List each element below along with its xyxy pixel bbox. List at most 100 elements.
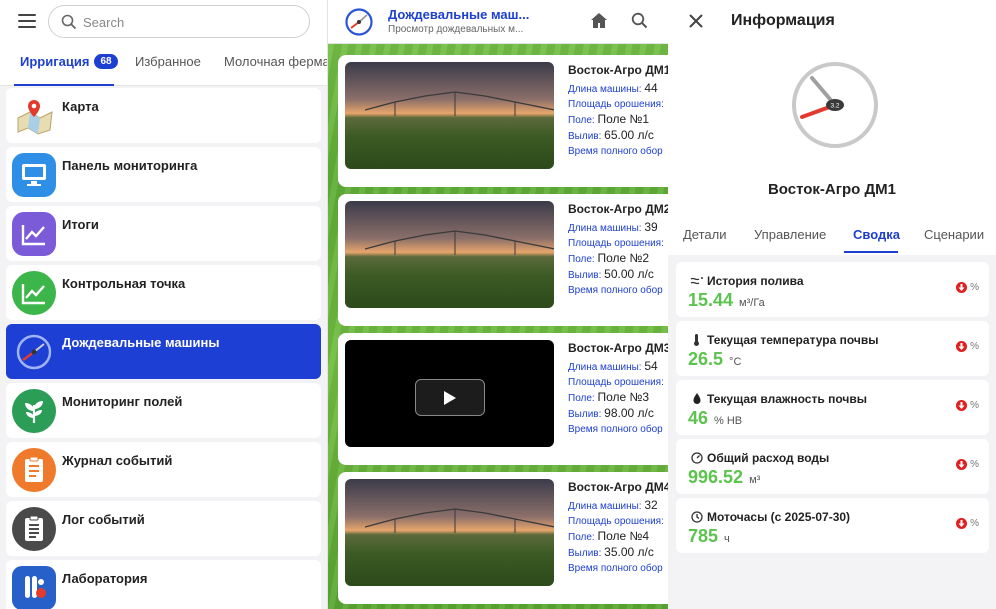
menu-item-checkpoint[interactable]: Контрольная точка — [6, 265, 321, 320]
sprinkler-card[interactable]: Восток-Агро ДМ4 Длина машины: 32 Площадь… — [338, 472, 668, 604]
menu-item-laboratory[interactable]: Лаборатория — [6, 560, 321, 609]
active-tab-indicator — [844, 251, 898, 253]
stat-card-water-consumption[interactable]: Общий расход воды 996.52 м³ % — [676, 439, 989, 494]
menu-item-totals[interactable]: Итоги — [6, 206, 321, 261]
middle-topbar: Дождевальные маш... Просмотр дождевальны… — [328, 0, 668, 44]
tab-details[interactable]: Детали — [683, 227, 727, 242]
info-tabs: Детали Управление Сводка Сценарии — [668, 227, 996, 255]
tab-label: Ирригация — [20, 54, 90, 69]
menu-item-event-log[interactable]: Лог событий — [6, 501, 321, 556]
cycle-row: Время полного обор — [568, 563, 663, 574]
field-row: Поле: Поле №3 — [568, 390, 650, 404]
sprinkler-photo — [345, 201, 554, 308]
tab-irrigation[interactable]: Ирригация 68 — [20, 54, 118, 69]
droplet-icon — [693, 393, 701, 404]
play-button[interactable] — [415, 379, 485, 416]
hamburger-menu-icon[interactable] — [18, 14, 36, 28]
trend-indicator[interactable]: % — [956, 341, 979, 352]
journal-icon — [12, 448, 56, 492]
stat-value: 996.52 м³ — [688, 467, 761, 487]
stat-value: 785 ч — [688, 526, 730, 546]
arrow-down-icon — [956, 341, 968, 352]
menu-item-label: Лаборатория — [62, 571, 148, 586]
stat-value: 46% HB — [688, 408, 743, 428]
tab-scenarios[interactable]: Сценарии — [924, 227, 984, 242]
sprinkler-info: Восток-Агро ДМ2 Длина машины: 39 Площадь… — [568, 202, 668, 298]
menu-item-label: Дождевальные машины — [62, 335, 220, 350]
sprinkler-photo — [345, 479, 554, 586]
map-icon — [12, 94, 56, 138]
sprinkler-card[interactable]: Восток-Агро ДМ3 Длина машины: 54 Площадь… — [338, 333, 668, 465]
arrow-down-icon — [956, 282, 968, 293]
log-icon — [12, 507, 56, 551]
menu-item-label: Итоги — [62, 217, 99, 232]
trend-indicator[interactable]: % — [956, 459, 979, 470]
sprinkler-info: Восток-Агро ДМ3 Длина машины: 54 Площадь… — [568, 341, 668, 437]
sprinkler-name: Восток-Агро ДМ4 — [568, 480, 668, 494]
sprinkler-card[interactable]: Восток-Агро ДМ1 Длина машины: 44 Площадь… — [338, 55, 668, 187]
tab-summary[interactable]: Сводка — [853, 227, 900, 242]
menu-item-label: Лог событий — [62, 512, 145, 527]
length-row: Длина машины: 39 — [568, 220, 658, 234]
gauge-value: 3.2 — [830, 103, 839, 110]
sprinkler-video — [345, 340, 554, 447]
home-icon[interactable] — [590, 12, 608, 30]
close-icon[interactable] — [688, 13, 704, 29]
tab-dairy-farm[interactable]: Молочная ферма — [224, 54, 328, 69]
sprinkler-info: Восток-Агро ДМ1 Длина машины: 44 Площадь… — [568, 63, 668, 159]
menu-item-event-journal[interactable]: Журнал событий — [6, 442, 321, 497]
sprinkler-card[interactable]: Восток-Агро ДМ2 Длина машины: 39 Площадь… — [338, 194, 668, 326]
active-tab-indicator — [14, 84, 114, 86]
count-badge: 68 — [94, 54, 118, 69]
flow-row: Вылив: 50.00 л/с — [568, 267, 654, 281]
search-input[interactable] — [83, 12, 293, 32]
stat-label: Текущая влажность почвы — [707, 392, 867, 406]
stat-value: 26.5 °C — [688, 349, 742, 369]
length-row: Длина машины: 44 — [568, 81, 658, 95]
menu-item-map[interactable]: Карта — [6, 88, 321, 143]
menu-item-label: Панель мониторинга — [62, 158, 198, 173]
stat-card-engine-hours[interactable]: Моточасы (с 2025-07-30) 785 ч % — [676, 498, 989, 553]
tab-control[interactable]: Управление — [754, 227, 826, 242]
menu-item-label: Карта — [62, 99, 99, 114]
monitor-icon — [12, 153, 56, 197]
left-navigation-panel: Ирригация 68 Избранное Молочная ферма Ка… — [0, 0, 328, 609]
menu-item-sprinklers[interactable]: Дождевальные машины — [6, 324, 321, 379]
length-row: Длина машины: 32 — [568, 498, 658, 512]
trend-indicator[interactable]: % — [956, 400, 979, 411]
field-row: Поле: Поле №1 — [568, 112, 650, 126]
checkpoint-chart-icon — [12, 271, 56, 315]
sprinkler-gauge-icon: 3.2 — [792, 62, 878, 148]
stat-label: Текущая температура почвы — [707, 333, 879, 347]
menu-item-field-monitoring[interactable]: Мониторинг полей — [6, 383, 321, 438]
stat-label: Общий расход воды — [707, 451, 830, 465]
length-row: Длина машины: 54 — [568, 359, 658, 373]
tab-favorites[interactable]: Избранное — [135, 54, 201, 69]
menu-item-label: Мониторинг полей — [62, 394, 183, 409]
thermometer-icon — [694, 334, 699, 346]
cycle-row: Время полного обор — [568, 285, 663, 296]
menu-item-label: Контрольная точка — [62, 276, 186, 291]
page-title: Дождевальные маш... — [388, 7, 530, 22]
flow-row: Вылив: 35.00 л/с — [568, 545, 654, 559]
play-icon — [444, 390, 456, 405]
chart-icon — [12, 212, 56, 256]
stat-card-soil-temperature[interactable]: Текущая температура почвы 26.5 °C % — [676, 321, 989, 376]
tab-label: Молочная ферма — [224, 54, 328, 69]
trend-indicator[interactable]: % — [956, 282, 979, 293]
gauge-icon — [691, 452, 703, 464]
arrow-down-icon — [956, 518, 968, 529]
watering-icon — [690, 277, 703, 285]
trend-indicator[interactable]: % — [956, 518, 979, 529]
search-icon[interactable] — [631, 12, 648, 29]
search-box[interactable] — [48, 5, 310, 38]
stat-card-soil-moisture[interactable]: Текущая влажность почвы 46% HB % — [676, 380, 989, 435]
cycle-row: Время полного обор — [568, 424, 663, 435]
area-row: Площадь орошения: — [568, 238, 664, 249]
arrow-down-icon — [956, 400, 968, 411]
area-row: Площадь орошения: — [568, 377, 664, 388]
info-panel: Информация 3.2 Восток-Агро ДМ1 Детали Уп… — [668, 0, 996, 609]
menu-item-dashboard[interactable]: Панель мониторинга — [6, 147, 321, 202]
stat-label: История полива — [707, 274, 804, 288]
stat-card-watering-history[interactable]: История полива 15.44 м³/Га % — [676, 262, 989, 317]
